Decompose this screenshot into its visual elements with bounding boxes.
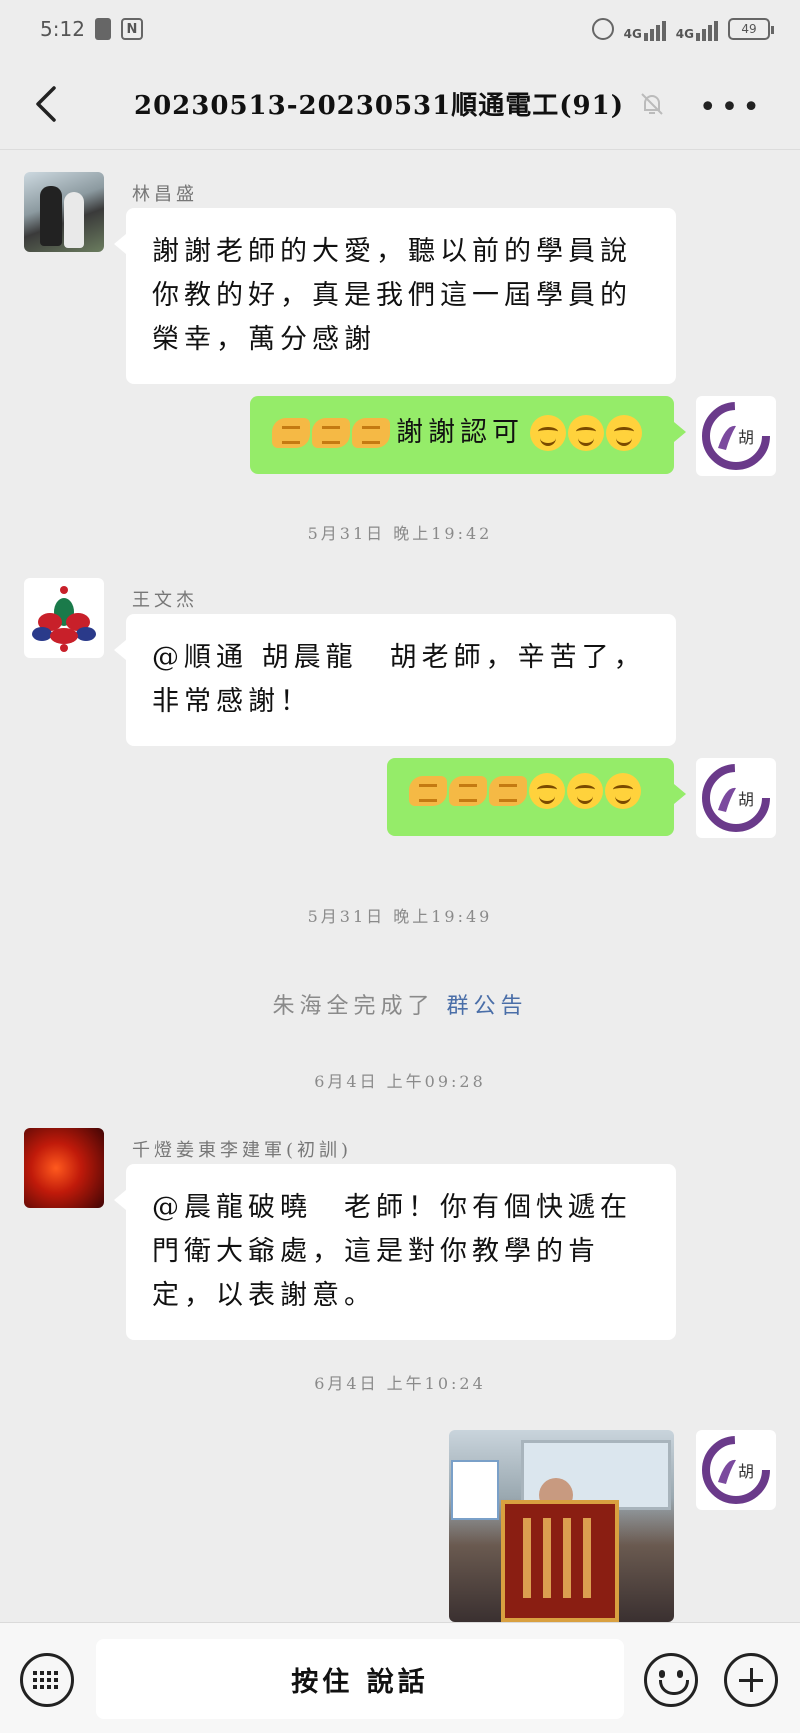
message-bubble-incoming[interactable]: @晨龍破曉 老師！你有個快遞在門衛大爺處，這是對你教學的肯定，以表謝意。 <box>114 1164 676 1340</box>
smile-icon <box>567 773 603 809</box>
chat-title: 20230513-20230531順通電工(91) <box>133 91 625 121</box>
avatar-self[interactable]: 胡 <box>696 758 776 838</box>
handshake-icon <box>489 776 527 806</box>
status-time: 5:12 <box>40 17 85 41</box>
timestamp: 6月4日 上午10:24 <box>314 1374 486 1393</box>
smile-icon <box>568 415 604 451</box>
smile-icon <box>606 415 642 451</box>
message-bubble-outgoing[interactable]: 謝謝認可 <box>250 396 686 474</box>
lotus-icon <box>32 586 96 652</box>
input-bar: 按住 說話 <box>0 1622 800 1733</box>
timestamp: 6月4日 上午09:28 <box>314 1072 486 1091</box>
svg-text:胡: 胡 <box>738 1462 754 1481</box>
message-bubble-outgoing[interactable] <box>387 758 686 836</box>
chat-header: 20230513-20230531順通電工(91) ••• <box>0 58 800 150</box>
group-announcement-link[interactable]: 群公告 <box>447 994 528 1019</box>
nfc-icon: N <box>120 18 143 40</box>
keyboard-icon[interactable] <box>20 1653 74 1707</box>
battery-icon: 49 <box>728 18 774 40</box>
handshake-icon <box>272 418 310 448</box>
timestamp: 5月31日 晚上19:42 <box>307 524 493 543</box>
svg-text:胡: 胡 <box>738 790 754 809</box>
message-bubble-incoming[interactable]: @順通 胡晨龍 胡老師，辛苦了，非常感謝！ <box>114 614 676 746</box>
avatar-self[interactable]: 胡 <box>696 1430 776 1510</box>
plus-icon[interactable] <box>724 1653 778 1707</box>
message-bubble-incoming[interactable]: 謝謝老師的大愛，聽以前的學員說你教的好，真是我們這一屆學員的榮幸，萬分感謝 <box>114 208 676 384</box>
logo-hu-icon: 胡 <box>702 764 770 832</box>
smile-icon <box>530 415 566 451</box>
logo-hu-icon: 胡 <box>702 1436 770 1504</box>
avatar-lijianjun[interactable] <box>24 1128 104 1208</box>
avatar-self[interactable]: 胡 <box>696 396 776 476</box>
handshake-icon <box>409 776 447 806</box>
handshake-icon <box>312 418 350 448</box>
alarm-icon <box>591 18 614 40</box>
sender-name: 王文杰 <box>132 590 198 611</box>
logo-hu-icon: 胡 <box>702 402 770 470</box>
hold-to-talk-button[interactable]: 按住 說話 <box>96 1639 624 1719</box>
smile-icon <box>529 773 565 809</box>
image-message[interactable] <box>449 1430 674 1622</box>
sender-name: 千燈姜東李建軍(初訓) <box>132 1140 353 1161</box>
system-notice: 朱海全完成了 群公告 <box>272 994 528 1019</box>
bell-muted-icon <box>641 92 663 115</box>
chevron-left-icon[interactable] <box>28 82 68 126</box>
handshake-icon <box>449 776 487 806</box>
smile-icon <box>605 773 641 809</box>
avatar-wangwenjie[interactable] <box>24 578 104 658</box>
status-bar: 5:12 N 4G 4G 49 <box>0 0 800 58</box>
svg-text:胡: 胡 <box>738 428 754 447</box>
handshake-icon <box>352 418 390 448</box>
sender-name: 林昌盛 <box>132 184 198 205</box>
signal-icon-2: 4G <box>676 17 718 41</box>
notification-icon <box>94 18 111 40</box>
signal-icon: 4G <box>624 17 666 41</box>
emoji-icon[interactable] <box>644 1653 698 1707</box>
more-horizontal-icon[interactable]: ••• <box>699 90 764 125</box>
avatar-linchangsheng[interactable] <box>24 172 104 252</box>
timestamp: 5月31日 晚上19:49 <box>307 907 493 926</box>
message-text: 謝謝認可 <box>396 417 524 448</box>
